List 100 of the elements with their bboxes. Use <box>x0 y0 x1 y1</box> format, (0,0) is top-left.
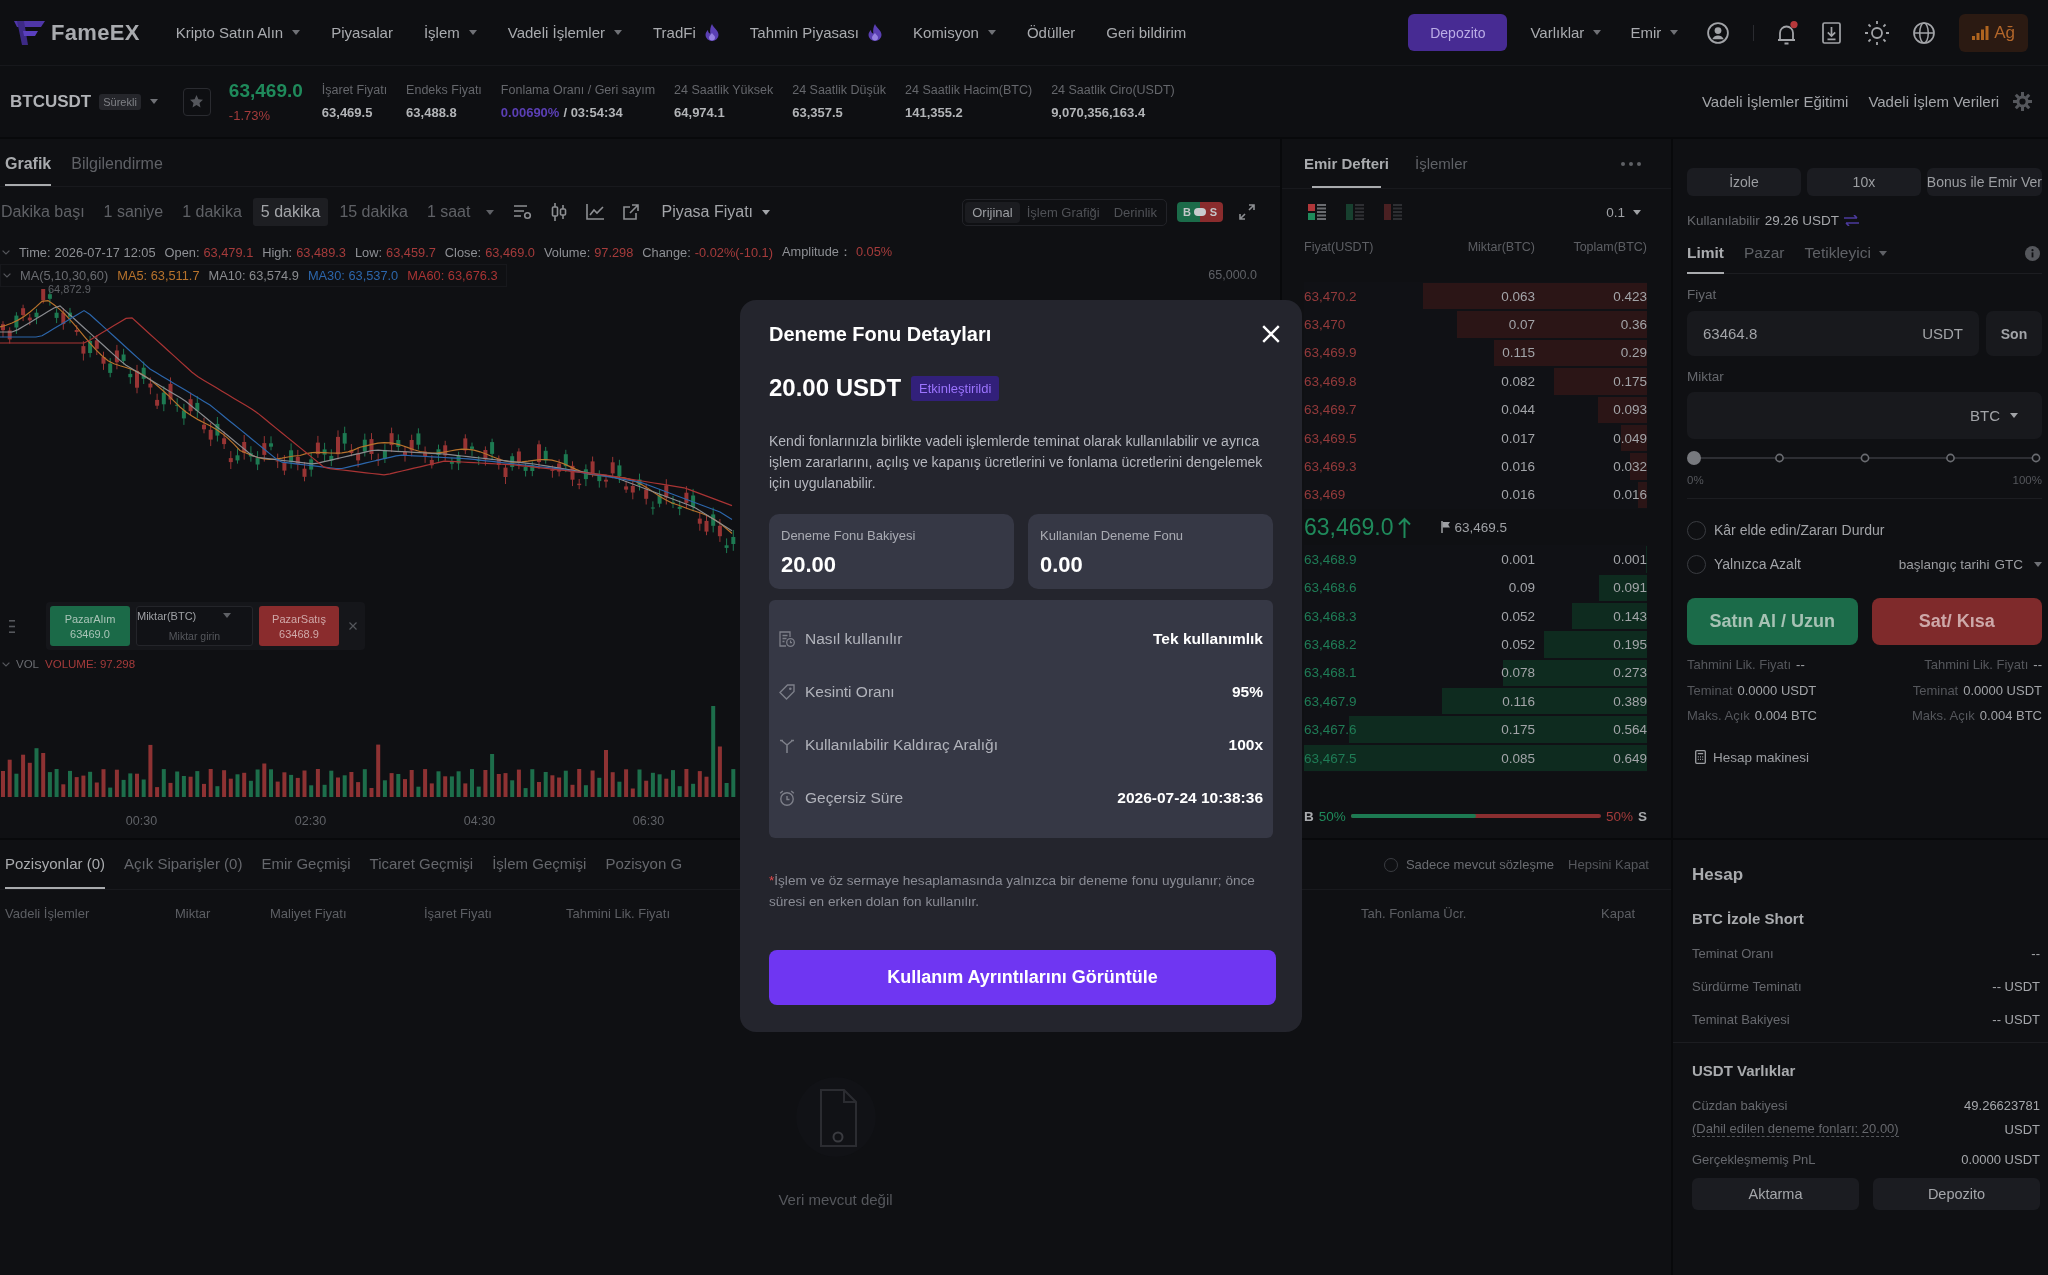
account-label: Teminat Oranı <box>1692 946 1774 961</box>
account-value: USDT <box>2004 1121 2040 1137</box>
nav-menu-item[interactable]: Komisyon <box>913 24 996 41</box>
margin-mode-button[interactable]: 10x <box>1806 168 1921 196</box>
amount-input[interactable]: Miktar girin <box>137 630 252 643</box>
indicator-list-icon[interactable] <box>514 204 533 220</box>
chart-view-option[interactable]: Orijinal <box>965 201 1020 223</box>
order-amount: 0.115 <box>1502 345 1535 361</box>
network-button[interactable]: Ağ <box>1959 13 2028 52</box>
chevron-icon[interactable] <box>2 249 10 255</box>
candlestick-icon[interactable] <box>551 203 568 221</box>
symbol-name[interactable]: BTCUSDT <box>10 91 92 112</box>
bell-icon[interactable] <box>1776 20 1799 45</box>
column-header: İşaret Fiyatı <box>424 905 492 921</box>
margin-mode-button[interactable]: İzole <box>1687 168 1801 196</box>
volume-title: VOL <box>16 658 39 670</box>
download-icon[interactable] <box>1822 21 1842 44</box>
positions-tab[interactable]: Pozisyonlar (0) <box>5 840 106 889</box>
caret-icon[interactable] <box>223 613 232 619</box>
calculator-link[interactable]: Hesap makinesi <box>1713 749 1810 765</box>
more-icon[interactable] <box>1621 161 1641 166</box>
chart-tab[interactable]: Grafik <box>5 139 52 186</box>
order-price: 63,470 <box>1304 317 1346 333</box>
nav-menu-item[interactable]: Kripto Satın Alın <box>175 24 301 41</box>
account-label: Gerçekleşmemiş PnL <box>1692 1151 1816 1167</box>
nav-menu-item[interactable]: Varlıklar <box>1530 24 1602 41</box>
precision-dropdown[interactable]: 0.1 <box>1606 204 1641 220</box>
nav-menu-item[interactable]: Ödüller <box>1026 24 1076 41</box>
globe-icon[interactable] <box>1913 21 1936 44</box>
order-amount: 0.09 <box>1508 580 1535 596</box>
nav-menu-item[interactable]: Emir <box>1630 24 1679 41</box>
trial-fund-note[interactable]: (Dahil edilen deneme fonları: 20.00) <box>1692 1121 1899 1137</box>
market-buy-button[interactable]: PazarAlım 63469.0 <box>50 606 130 646</box>
order-price: 63,468.2 <box>1304 637 1357 652</box>
order-amount: 0.085 <box>1501 750 1535 766</box>
settings-icon[interactable] <box>2013 92 2032 111</box>
price-source-dropdown[interactable]: Piyasa Fiyatı <box>661 203 771 221</box>
checkbox-label[interactable]: Yalnızca Azalt <box>1714 556 1801 572</box>
favorite-button[interactable] <box>182 87 211 116</box>
panel-title: Hesap <box>1692 864 1745 886</box>
order-total: 0.649 <box>1613 750 1647 766</box>
external-link-icon[interactable] <box>623 204 640 220</box>
moving-average-value: MA30: 63,537.0 <box>307 267 399 283</box>
drag-handle-icon[interactable] <box>9 619 15 633</box>
quick-amount-field[interactable]: Miktar(BTC) Miktar girin <box>136 606 253 646</box>
time-in-force-dropdown[interactable]: başlangıç tarihi GTC <box>1898 556 2042 572</box>
funding-rate: 0.00690% <box>500 105 560 120</box>
caret-icon[interactable] <box>486 209 495 215</box>
nav-menu-item[interactable]: İşlem <box>423 24 477 41</box>
sun-icon[interactable] <box>1865 20 1890 45</box>
info-icon[interactable] <box>2025 245 2040 261</box>
line-chart-icon[interactable] <box>586 204 605 220</box>
order-amount: 0.063 <box>1501 288 1535 304</box>
detail-label: Kullanılabilir Kaldıraç Aralığı <box>805 735 998 754</box>
ohlc-value: 0.05% <box>855 243 893 261</box>
nav-menu-item[interactable]: Vadeli İşlemler <box>507 24 622 41</box>
sell-short-button[interactable]: Sat/ Kısa <box>1871 598 2042 645</box>
checkbox-label[interactable]: Kâr elde edin/Zararı Durdur <box>1714 522 1885 538</box>
nav-menu-item[interactable]: Geri bildirim <box>1106 24 1187 41</box>
header-link[interactable]: Vadeli İşlem Verileri <box>1868 93 1999 110</box>
stat-label: Deneme Fonu Bakiyesi <box>781 528 916 543</box>
margin-mode-button[interactable]: Bonus ile Emir Ver <box>1926 168 2042 196</box>
field-label: Miktar <box>1687 367 1725 386</box>
detail-value: 2026-07-24 10:38:36 <box>1117 788 1263 807</box>
account-value: 0.0000 USDT <box>1961 1151 2040 1167</box>
bid-layout-icon[interactable] <box>1346 204 1364 220</box>
order-info-label: Tahmini Lik. Fiyatı <box>1924 657 2029 673</box>
interval-option[interactable]: 5 dakika <box>252 198 329 226</box>
swap-icon[interactable] <box>1844 214 1860 226</box>
stat-label: Fonlama Oranı / Geri sayım <box>500 83 656 97</box>
caret-icon[interactable] <box>149 99 158 104</box>
price-field[interactable]: 63464.8 USDT <box>1687 311 1979 356</box>
price-input[interactable]: 63464.8 <box>1703 311 1913 356</box>
deposit-button[interactable]: Depozito <box>1408 14 1508 51</box>
nav-menu-item[interactable]: Piyasalar <box>331 24 393 41</box>
document-clock-icon <box>779 630 795 647</box>
nav-menu-item[interactable]: Tahmin Piyasası <box>749 24 882 41</box>
nav-menu-item[interactable]: TradFi <box>653 24 719 41</box>
market-sell-button[interactable]: PazarSatış 63468.9 <box>259 606 339 646</box>
chevron-icon[interactable] <box>3 272 11 278</box>
chevron-icon[interactable] <box>2 661 10 667</box>
account-action-button[interactable]: Aktarma <box>1692 1178 1859 1210</box>
user-icon[interactable] <box>1707 21 1730 44</box>
star-icon <box>190 95 204 108</box>
order-book-tab[interactable]: Emir Defteri <box>1304 139 1390 188</box>
order-type-tab[interactable]: Limit <box>1687 233 1725 273</box>
last-price-button[interactable]: Son <box>1986 311 2042 356</box>
expand-icon[interactable] <box>1239 204 1255 220</box>
order-price: 63,467.9 <box>1304 693 1357 709</box>
amount-field[interactable]: BTC <box>1687 392 2042 439</box>
price-axis-label: 65,000.0 <box>1208 268 1257 282</box>
detail-label: Kesinti Oranı <box>805 682 895 701</box>
header-link[interactable]: Vadeli İşlemler Eğitimi <box>1701 93 1849 110</box>
view-usage-details-button[interactable]: Kullanım Ayrıntılarını Görüntüle <box>769 950 1276 1005</box>
slider-max-label: 100% <box>2012 474 2042 488</box>
caret-icon[interactable] <box>2010 413 2018 418</box>
checkbox-label[interactable]: Sadece mevcut sözleşme <box>1405 857 1555 872</box>
account-action-button[interactable]: Depozito <box>1873 1178 2040 1210</box>
logo-icon <box>14 20 45 45</box>
bid-ask-layout-icon[interactable] <box>1308 204 1326 220</box>
